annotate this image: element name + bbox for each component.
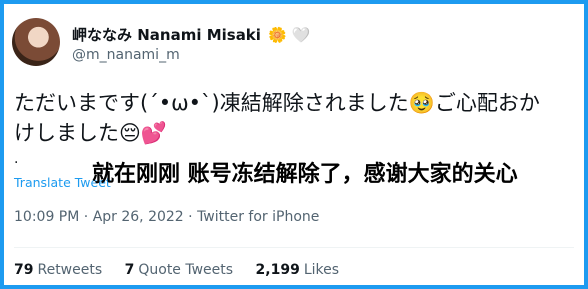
tweet-stats: 79 Retweets 7 Quote Tweets 2,199 Likes <box>14 262 357 278</box>
tweet-text-line-2: けしました😔💕 <box>14 121 168 145</box>
quote-tweets-stat[interactable]: 7 Quote Tweets <box>125 262 233 278</box>
tweet-time[interactable]: 10:09 PM <box>14 209 79 225</box>
display-name[interactable]: 岬ななみ Nanami Misaki 🌼 🤍 <box>72 24 310 45</box>
tweet-text-line-1: ただいまです(ˊ•ω•ˋ)凍結解除されました🥹ご心配おか <box>14 91 540 115</box>
overlay-caption: 就在刚刚 账号冻结解除了，感谢大家的关心 <box>92 162 518 187</box>
user-handle[interactable]: @m_nanami_m <box>72 47 180 63</box>
avatar[interactable] <box>12 18 60 66</box>
tweet-meta: 10:09 PM · Apr 26, 2022 · Twitter for iP… <box>14 209 319 225</box>
retweets-label: Retweets <box>37 262 103 278</box>
display-name-text[interactable]: 岬ななみ Nanami Misaki <box>72 26 261 44</box>
divider <box>14 247 574 248</box>
tweet-dot: . <box>14 151 19 167</box>
quote-tweets-label: Quote Tweets <box>138 262 234 278</box>
retweets-stat[interactable]: 79 Retweets <box>14 262 102 278</box>
name-emojis: 🌼 🤍 <box>268 26 311 44</box>
tweet-text: ただいまです(ˊ•ω•ˋ)凍結解除されました🥹ご心配おか けしました😔💕 <box>14 88 574 148</box>
quote-tweets-count: 7 <box>124 262 135 278</box>
likes-stat[interactable]: 2,199 Likes <box>256 262 340 278</box>
retweets-count: 79 <box>14 262 34 278</box>
likes-label: Likes <box>303 262 340 278</box>
tweet-card: 岬ななみ Nanami Misaki 🌼 🤍 @m_nanami_m ただいまで… <box>4 4 584 285</box>
tweet-date[interactable]: Apr 26, 2022 <box>93 209 184 225</box>
meta-separator-1: · <box>83 209 89 225</box>
tweet-source[interactable]: Twitter for iPhone <box>197 209 319 225</box>
likes-count: 2,199 <box>255 262 300 278</box>
meta-separator-2: · <box>188 209 193 225</box>
